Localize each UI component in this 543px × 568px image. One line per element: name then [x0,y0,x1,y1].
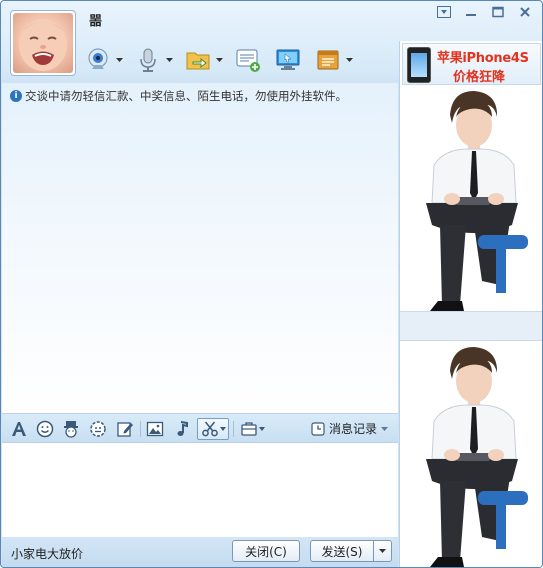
send-button[interactable]: 发送(S) [310,540,374,562]
scissors-icon [201,421,218,437]
ad-banner-subtitle: 价格狂降 [453,70,506,85]
right-panel: 苹果iPhone4S 价格狂降 [399,41,542,567]
chevron-down-icon [219,427,226,431]
send-options-button[interactable] [373,540,392,562]
ad-banner[interactable]: 苹果iPhone4S 价格狂降 [402,43,541,85]
chevron-down-icon [381,426,388,431]
message-history-button[interactable]: 消息记录 [311,420,388,437]
file-transfer-button[interactable] [183,42,223,78]
image-icon [146,421,164,437]
history-clock-icon [311,421,325,436]
toolbox-icon [240,422,257,436]
edit-pen-icon [117,422,133,437]
bottom-bar: 小家电大放价 关闭(C) 发送(S) [2,537,398,567]
contact-avatar[interactable] [10,10,76,76]
message-add-icon [236,49,260,72]
remote-assist-button[interactable] [273,42,303,78]
remote-desktop-icon [276,49,300,70]
maximize-button[interactable] [484,3,511,21]
font-icon [12,422,26,436]
close-icon [519,7,530,17]
message-input[interactable] [2,443,398,537]
microphone-button[interactable] [133,42,173,78]
main-toolbar [83,41,363,79]
shake-icon [90,421,106,437]
chevron-down-icon [215,58,223,62]
chevron-down-icon [258,427,265,431]
app-box-icon [317,50,339,70]
separator [140,421,141,437]
chevron-down-icon [115,58,123,62]
panel-divider [400,311,542,341]
sms-button[interactable] [233,42,263,78]
chevron-down-icon [165,58,173,62]
minimize-button[interactable] [457,3,484,21]
ad-banner-title: 苹果iPhone4S [437,51,529,66]
chevron-down-icon [379,549,386,553]
separator [233,421,234,437]
magic-face-button[interactable] [60,418,82,440]
doodle-button[interactable] [114,418,136,440]
chat-history-area[interactable]: i 交谈中请勿轻信汇款、中奖信息、陌生电话，勿使用外挂软件。 [2,83,398,413]
shake-button[interactable] [87,418,109,440]
security-notice-text: 交谈中请勿轻信汇款、中奖信息、陌生电话，勿使用外挂软件。 [25,89,347,103]
maximize-icon [491,6,504,18]
contact-name: 噐 [89,14,103,29]
webcam-button[interactable] [83,42,123,78]
more-apps-button[interactable] [237,418,267,440]
folder-transfer-icon [186,52,210,70]
app-box-button[interactable] [313,42,353,78]
menu-arrow-icon [436,6,451,18]
avatar-boy-figure [426,91,528,311]
emoticon-button[interactable] [34,418,56,440]
my-show-avatar[interactable] [400,341,542,567]
phone-image [407,47,431,83]
message-history-label: 消息记录 [328,422,377,436]
microphone-icon [140,48,156,72]
smiley-icon [36,420,54,438]
security-notice: i 交谈中请勿轻信汇款、中奖信息、陌生电话，勿使用外挂软件。 [10,88,347,104]
magic-hat-face-icon [64,421,78,438]
close-button[interactable] [511,3,538,21]
menu-arrow-button[interactable] [430,3,457,21]
input-toolbar: 消息记录 [2,413,398,443]
font-button[interactable] [8,418,30,440]
avatar-boy-figure [426,347,528,567]
music-button[interactable] [171,418,193,440]
webcam-icon [88,48,108,69]
baby-face-image [13,13,73,73]
music-note-icon [177,421,188,436]
minimize-icon [465,14,476,16]
contact-show-avatar[interactable] [400,85,542,315]
chevron-down-icon [345,58,353,62]
image-button[interactable] [144,418,166,440]
info-icon: i [10,90,22,102]
screenshot-button[interactable] [197,418,229,440]
chat-window: 噐 i 交谈中请勿轻信汇款、中奖信息、陌生电话，勿使用外挂软件。 消息记录 小家… [0,0,543,568]
ad-text-link[interactable]: 小家电大放价 [11,545,83,562]
window-controls [430,3,538,21]
close-chat-button[interactable]: 关闭(C) [232,540,300,562]
